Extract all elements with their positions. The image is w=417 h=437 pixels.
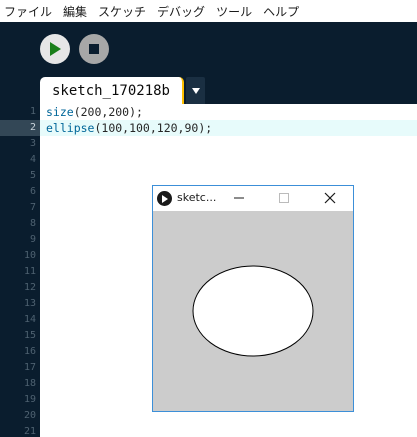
minimize-icon [234, 197, 244, 199]
menu-debug[interactable]: デバッグ [157, 3, 205, 20]
menu-edit[interactable]: 編集 [63, 3, 87, 20]
menu-file[interactable]: ファイル [4, 3, 52, 20]
menu-tools[interactable]: ツール [216, 3, 252, 20]
line-number: 3 [29, 138, 36, 149]
close-icon [324, 192, 336, 204]
line-number: 4 [29, 154, 36, 165]
ellipse-shape [192, 265, 314, 357]
line-number: 6 [29, 186, 36, 197]
line-number: 12 [23, 282, 36, 293]
processing-play-icon [157, 191, 172, 206]
code-args: (200,200); [73, 105, 143, 119]
tab-label: sketch_170218b [51, 82, 170, 99]
line-number-current: 2 [0, 120, 40, 136]
line-number: 10 [23, 250, 36, 261]
canvas-drawing [192, 265, 314, 357]
line-number: 19 [23, 394, 36, 405]
line-number: 20 [23, 410, 36, 421]
code-line[interactable]: size(200,200); [46, 104, 417, 120]
line-number: 5 [29, 170, 36, 181]
sketch-window-titlebar[interactable]: sketc... [153, 186, 353, 211]
line-number: 18 [23, 378, 36, 389]
line-number: 17 [23, 362, 36, 373]
maximize-icon [279, 193, 289, 203]
code-function: size [46, 105, 74, 119]
sketch-window-title: sketc... [177, 191, 217, 204]
line-number: 7 [29, 202, 36, 213]
code-args: (100,100,120,90); [94, 121, 213, 135]
play-icon [50, 42, 61, 56]
sketch-canvas[interactable] [153, 211, 353, 411]
toolbar: sketch_170218b [0, 22, 417, 104]
stop-icon [89, 44, 99, 54]
minimize-button[interactable] [231, 190, 247, 206]
run-button[interactable] [40, 34, 70, 64]
maximize-button[interactable] [276, 190, 292, 206]
menu-bar: ファイル 編集 スケッチ デバッグ ツール ヘルプ [0, 0, 417, 22]
line-number: 16 [23, 346, 36, 357]
menu-sketch[interactable]: スケッチ [98, 3, 146, 20]
menu-help[interactable]: ヘルプ [263, 3, 299, 20]
tab-sketch[interactable]: sketch_170218b [40, 77, 184, 104]
sketch-window[interactable]: sketc... [152, 185, 354, 412]
line-number: 21 [23, 426, 36, 437]
code-function: ellipse [46, 121, 95, 135]
line-number: 11 [23, 266, 36, 277]
close-button[interactable] [322, 190, 338, 206]
tab-menu-button[interactable] [186, 77, 205, 104]
line-number-gutter: 1 2 3 4 5 6 7 8 9 10 11 12 13 14 15 16 1… [0, 104, 40, 437]
line-number: 15 [23, 330, 36, 341]
line-number: 13 [23, 298, 36, 309]
line-number: 1 [29, 106, 36, 117]
stop-button[interactable] [79, 34, 109, 64]
line-number: 8 [29, 218, 36, 229]
line-number: 14 [23, 314, 36, 325]
line-number: 9 [29, 234, 36, 245]
dropdown-arrow-icon [191, 87, 200, 94]
code-line-current[interactable]: ellipse(100,100,120,90); [40, 120, 417, 136]
